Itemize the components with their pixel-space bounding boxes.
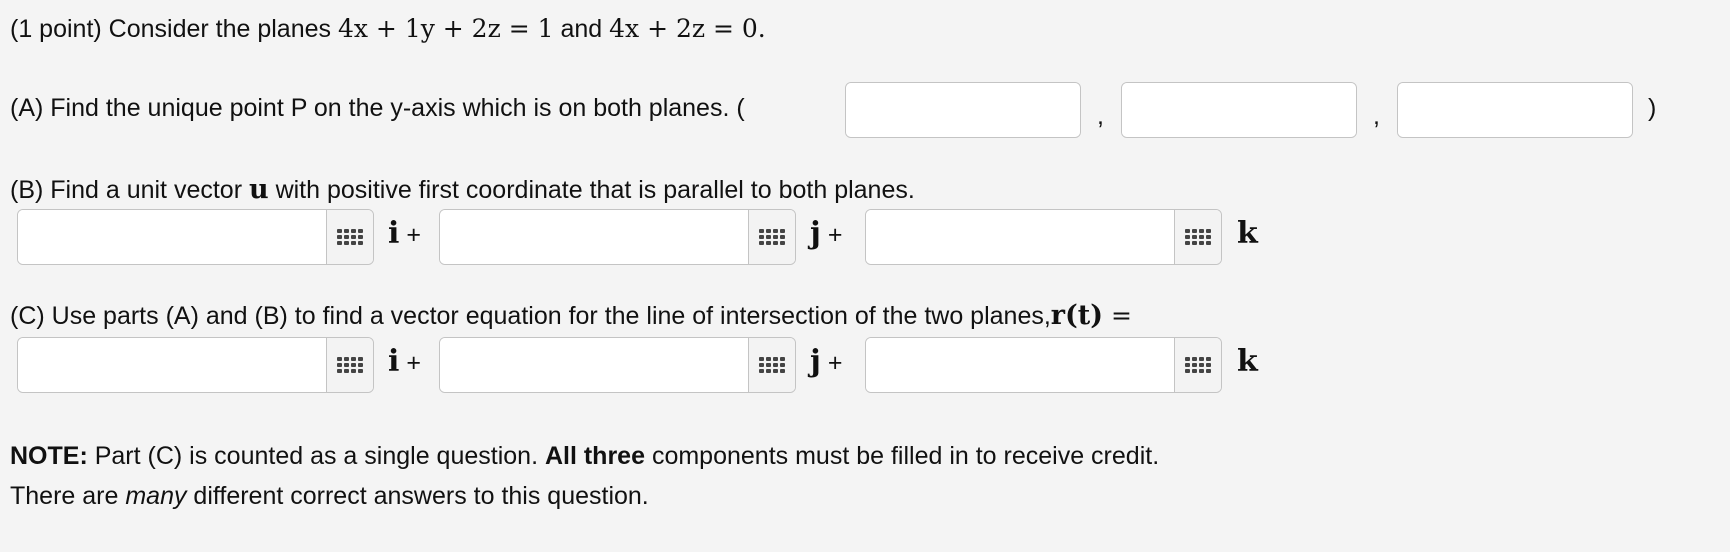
note-many: many <box>125 482 187 510</box>
answer-a-z-input[interactable] <box>1398 83 1632 137</box>
intro-mid: and <box>553 15 610 43</box>
keypad-button[interactable] <box>748 210 795 264</box>
keypad-grid-icon <box>337 229 363 245</box>
note-line-2: There are many different correct answers… <box>10 482 649 511</box>
part-b-text-before: (B) Find a unit vector <box>10 176 249 204</box>
unit-i-plus: i + <box>388 216 421 251</box>
unit-i-plus: i + <box>388 344 421 379</box>
unit-k: k <box>1237 216 1258 251</box>
answer-a-x <box>845 82 1081 138</box>
answer-b-i-input[interactable] <box>18 210 326 264</box>
intro-prefix: (1 point) Consider the planes <box>10 15 338 43</box>
note-bold: All three <box>544 442 645 470</box>
answer-b-k <box>865 209 1222 265</box>
note-line-1: NOTE: Part (C) is counted as a single qu… <box>10 442 1159 471</box>
comma-separator: , <box>1373 102 1380 130</box>
answer-a-x-input[interactable] <box>846 83 1080 137</box>
note-line2-after: different correct answers to this questi… <box>186 482 649 510</box>
answer-c-i <box>17 337 374 393</box>
keypad-grid-icon <box>337 357 363 373</box>
note-label: NOTE: <box>10 442 88 470</box>
unit-j-plus: j + <box>810 344 843 379</box>
problem-statement: (1 point) Consider the planes 4x + 1y + … <box>10 14 766 44</box>
keypad-grid-icon <box>1185 357 1211 373</box>
comma-separator: , <box>1097 102 1104 130</box>
answer-b-k-input[interactable] <box>866 210 1174 264</box>
keypad-grid-icon <box>759 229 785 245</box>
equals-sign: = <box>1103 301 1132 330</box>
part-b-text-after: with positive first coordinate that is p… <box>268 176 915 204</box>
answer-c-j <box>439 337 796 393</box>
keypad-grid-icon <box>759 357 785 373</box>
answer-c-k-input[interactable] <box>866 338 1174 392</box>
answer-c-i-input[interactable] <box>18 338 326 392</box>
plane-1-equation: 4x + 1y + 2z = 1 <box>337 14 554 43</box>
answer-a-z <box>1397 82 1633 138</box>
unit-k: k <box>1237 344 1258 379</box>
note-line2-before: There are <box>10 482 126 510</box>
keypad-button[interactable] <box>748 338 795 392</box>
keypad-grid-icon <box>1185 229 1211 245</box>
keypad-button[interactable] <box>1174 210 1221 264</box>
answer-b-i <box>17 209 374 265</box>
vector-u: u <box>248 174 269 205</box>
answer-c-k <box>865 337 1222 393</box>
r-of-t: r(t) <box>1050 300 1104 331</box>
answer-a-y <box>1121 82 1357 138</box>
answer-b-j-input[interactable] <box>440 210 748 264</box>
unit-j-plus: j + <box>810 216 843 251</box>
answer-b-j <box>439 209 796 265</box>
answer-a-y-input[interactable] <box>1122 83 1356 137</box>
part-b-question: (B) Find a unit vector u with positive f… <box>10 174 915 205</box>
close-paren: ) <box>1648 94 1657 122</box>
part-a-question: (A) Find the unique point P on the y-axi… <box>10 94 745 122</box>
keypad-button[interactable] <box>326 338 373 392</box>
keypad-button[interactable] <box>326 210 373 264</box>
part-c-text: (C) Use parts (A) and (B) to find a vect… <box>10 302 1051 330</box>
note-text-2: components must be filled in to receive … <box>645 442 1160 470</box>
intro-suffix: . <box>757 14 766 43</box>
keypad-button[interactable] <box>1174 338 1221 392</box>
answer-c-j-input[interactable] <box>440 338 748 392</box>
plane-2-equation: 4x + 2z = 0 <box>609 14 758 43</box>
part-c-question: (C) Use parts (A) and (B) to find a vect… <box>10 300 1132 331</box>
note-text-1: Part (C) is counted as a single question… <box>87 442 545 470</box>
